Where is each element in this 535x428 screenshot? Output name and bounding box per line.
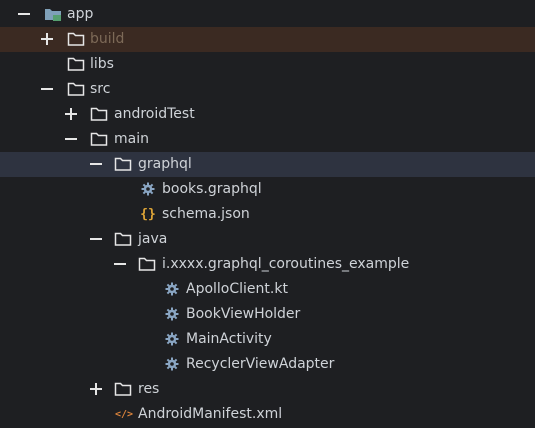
collapse-icon[interactable]: [41, 83, 53, 95]
tree-item-label: java: [138, 231, 168, 247]
tree-row-app[interactable]: app: [0, 2, 535, 27]
tree-row-mainactivity[interactable]: MainActivity: [0, 327, 535, 352]
tree-row-books-graphql[interactable]: books.graphql: [0, 177, 535, 202]
expand-icon[interactable]: [65, 108, 77, 120]
tree-row-src[interactable]: src: [0, 77, 535, 102]
tree-item-label: main: [114, 131, 149, 147]
folder-icon: [67, 56, 85, 72]
collapse-icon[interactable]: [90, 158, 102, 170]
tree-item-label: app: [67, 6, 94, 22]
folder-icon: [67, 81, 85, 97]
folder-icon: [114, 231, 132, 247]
xml-code-icon: </>: [114, 408, 134, 420]
tree-row-res[interactable]: res: [0, 377, 535, 402]
gear-file-icon: [139, 181, 157, 197]
folder-icon: [90, 131, 108, 147]
folder-icon: [114, 156, 132, 172]
tree-item-label: ApolloClient.kt: [186, 281, 288, 297]
tree-row-package[interactable]: i.xxxx.graphql_coroutines_example: [0, 252, 535, 277]
gear-file-icon: [163, 356, 181, 372]
tree-row-build[interactable]: build: [0, 27, 535, 52]
gear-file-icon: [163, 281, 181, 297]
tree-item-label: BookViewHolder: [186, 306, 301, 322]
tree-row-libs[interactable]: libs: [0, 52, 535, 77]
tree-row-recyclerviewadapter[interactable]: RecyclerViewAdapter: [0, 352, 535, 377]
tree-item-label: build: [90, 31, 125, 47]
folder-icon: [114, 381, 132, 397]
tree-row-apolloclient[interactable]: ApolloClient.kt: [0, 277, 535, 302]
collapse-icon[interactable]: [90, 233, 102, 245]
tree-item-label: graphql: [138, 156, 192, 172]
expand-icon[interactable]: [41, 33, 53, 45]
tree-row-androidmanifest[interactable]: </> AndroidManifest.xml: [0, 402, 535, 427]
tree-row-graphql[interactable]: graphql: [0, 152, 535, 177]
tree-item-label: i.xxxx.graphql_coroutines_example: [162, 256, 410, 272]
json-braces-icon: {}: [140, 206, 156, 222]
gear-file-icon: [163, 331, 181, 347]
tree-item-label: res: [138, 381, 160, 397]
tree-item-label: libs: [90, 56, 114, 72]
tree-row-androidtest[interactable]: androidTest: [0, 102, 535, 127]
collapse-icon[interactable]: [114, 258, 126, 270]
tree-item-label: src: [90, 81, 111, 97]
tree-row-schema-json[interactable]: {} schema.json: [0, 202, 535, 227]
folder-icon: [138, 256, 156, 272]
expand-icon[interactable]: [90, 383, 102, 395]
project-tree: app build libs src androidTest main grap…: [0, 0, 535, 428]
module-folder-icon: [44, 6, 62, 22]
folder-icon: [67, 31, 85, 47]
collapse-icon[interactable]: [18, 8, 30, 20]
tree-item-label: AndroidManifest.xml: [138, 406, 283, 422]
tree-item-label: schema.json: [162, 206, 250, 222]
gear-file-icon: [163, 306, 181, 322]
tree-row-bookviewholder[interactable]: BookViewHolder: [0, 302, 535, 327]
tree-row-main[interactable]: main: [0, 127, 535, 152]
tree-item-label: MainActivity: [186, 331, 272, 347]
folder-icon: [90, 106, 108, 122]
collapse-icon[interactable]: [65, 133, 77, 145]
tree-item-label: androidTest: [114, 106, 195, 122]
tree-item-label: books.graphql: [162, 181, 262, 197]
tree-item-label: RecyclerViewAdapter: [186, 356, 335, 372]
tree-row-java[interactable]: java: [0, 227, 535, 252]
